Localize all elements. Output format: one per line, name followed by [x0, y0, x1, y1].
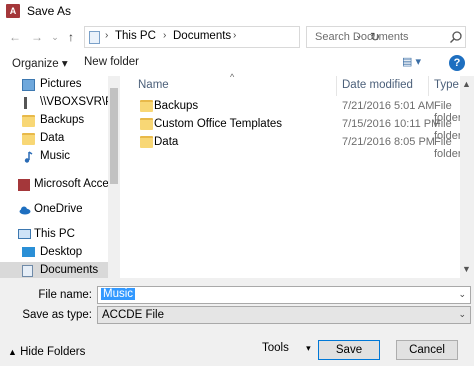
sidebar-item-label: OneDrive: [34, 203, 83, 215]
cancel-button[interactable]: Cancel: [396, 340, 458, 360]
desktop-icon: [22, 247, 35, 257]
music-icon: [24, 151, 33, 163]
file-date: 7/21/2016 8:05 PM: [342, 136, 435, 148]
sidebar-item-microsoft-access[interactable]: Microsoft Access: [0, 176, 120, 194]
sidebar-item-label: This PC: [34, 228, 75, 240]
file-name-label: File name:: [38, 289, 92, 301]
column-divider[interactable]: [428, 76, 429, 96]
save-type-label: Save as type:: [22, 309, 92, 321]
file-date: 7/21/2016 5:01 AM: [342, 100, 435, 112]
sidebar-item-pictures[interactable]: Pictures: [0, 76, 112, 94]
network-drive-icon: [24, 97, 27, 109]
file-list: ^ Name Date modified Type Backups 7/21/2…: [122, 72, 474, 278]
sort-ascending-icon: ^: [230, 72, 235, 82]
help-icon[interactable]: ?: [449, 55, 465, 71]
onedrive-icon: [19, 206, 31, 215]
save-type-select[interactable]: ACCDE File ⌄: [97, 306, 471, 324]
sidebar-item-data[interactable]: Data: [0, 130, 112, 148]
sidebar-item-label: Backups: [40, 114, 85, 126]
access-icon: [18, 179, 30, 191]
chevron-down-icon: ▾: [306, 343, 311, 353]
sidebar-item-label: Music: [40, 150, 71, 162]
tools-button[interactable]: Tools ▾: [262, 342, 311, 354]
sidebar-item-desktop[interactable]: Desktop: [0, 244, 112, 262]
save-button[interactable]: Save: [318, 340, 380, 360]
sidebar-item-onedrive[interactable]: OneDrive: [0, 201, 112, 219]
forward-icon[interactable]: →: [30, 29, 44, 45]
sidebar-scrollbar-thumb[interactable]: [110, 88, 118, 184]
back-icon[interactable]: ←: [8, 29, 22, 45]
view-options-icon[interactable]: ▤ ▾: [402, 55, 428, 71]
scroll-down-icon[interactable]: ▼: [462, 264, 471, 274]
navigation-pane: Pictures \\VBOXSVR\Pub Backups Data Musi…: [0, 76, 120, 278]
sidebar-item-label: Data: [40, 132, 65, 144]
file-name: Data: [154, 136, 179, 148]
pc-icon: [18, 229, 31, 239]
hide-folders-label: Hide Folders: [20, 346, 86, 358]
chevron-down-icon[interactable]: ⌄: [458, 289, 466, 300]
folder-icon: [140, 136, 153, 148]
file-row[interactable]: Custom Office Templates 7/15/2016 10:11 …: [136, 116, 466, 142]
access-app-icon: A: [6, 4, 20, 18]
chevron-right-icon[interactable]: ›: [105, 30, 108, 41]
command-bar: Organize ▾ New folder ▤ ▾ ?: [0, 52, 474, 74]
search-input[interactable]: Search Documents: [306, 26, 466, 48]
file-row[interactable]: Data 7/21/2016 8:05 PM File folder: [136, 134, 466, 160]
chevron-right-icon[interactable]: ›: [163, 30, 166, 41]
sidebar-item-label: Documents: [40, 264, 99, 276]
file-row[interactable]: Backups 7/21/2016 5:01 AM File folder: [136, 98, 466, 124]
new-folder-button[interactable]: New folder: [84, 56, 139, 68]
hide-folders-button[interactable]: ▲ Hide Folders: [8, 346, 85, 358]
column-header-name[interactable]: Name: [138, 79, 169, 91]
documents-icon: [22, 265, 33, 277]
search-placeholder: Search Documents: [315, 31, 409, 43]
sidebar-item-this-pc[interactable]: This PC: [0, 226, 112, 244]
chevron-down-icon[interactable]: ⌄: [458, 309, 466, 320]
recent-dropdown-icon[interactable]: ⌄: [48, 29, 62, 45]
navigation-bar: ← → ⌄ ↑ › This PC › Documents › ⌄ ↻ Sear…: [0, 24, 474, 50]
organize-button[interactable]: Organize ▾: [12, 56, 68, 70]
file-list-scrollbar[interactable]: [460, 76, 474, 278]
save-type-value: ACCDE File: [102, 309, 164, 321]
sidebar-item-label: Pictures: [40, 78, 82, 90]
breadcrumb-this-pc[interactable]: This PC: [115, 30, 156, 42]
sidebar-item-documents[interactable]: Documents: [0, 262, 112, 278]
sidebar-item-vboxsvr[interactable]: \\VBOXSVR\Pub: [0, 94, 120, 112]
file-name: Custom Office Templates: [154, 118, 283, 130]
file-date: 7/15/2016 10:11 PM: [342, 118, 441, 130]
file-name-field[interactable]: Music ⌄: [97, 286, 471, 304]
pc-icon: [89, 31, 100, 44]
sidebar-item-music[interactable]: Music: [0, 148, 112, 166]
tools-label: Tools: [262, 342, 289, 354]
pictures-icon: [22, 79, 35, 91]
breadcrumb-documents[interactable]: Documents: [173, 30, 231, 42]
window-title: Save As: [27, 4, 72, 18]
folder-icon: [140, 100, 153, 112]
search-icon[interactable]: [449, 30, 463, 44]
column-header-date[interactable]: Date modified: [342, 79, 413, 91]
sidebar-item-label: Desktop: [40, 246, 83, 258]
chevron-up-icon: ▲: [8, 347, 17, 357]
file-name-value: Music: [101, 288, 136, 300]
scroll-up-icon[interactable]: ▲: [462, 79, 471, 89]
chevron-right-icon[interactable]: ›: [233, 30, 236, 41]
folder-icon: [140, 118, 153, 130]
up-icon[interactable]: ↑: [64, 29, 78, 45]
address-bar[interactable]: › This PC › Documents › ⌄ ↻: [84, 26, 380, 48]
file-name: Backups: [154, 100, 199, 112]
folder-icon: [22, 115, 35, 127]
sidebar-item-backups[interactable]: Backups: [0, 112, 112, 130]
column-divider[interactable]: [336, 76, 337, 96]
column-header-type[interactable]: Type: [434, 79, 459, 91]
title-bar: A Save As: [0, 0, 474, 22]
folder-icon: [22, 133, 35, 145]
